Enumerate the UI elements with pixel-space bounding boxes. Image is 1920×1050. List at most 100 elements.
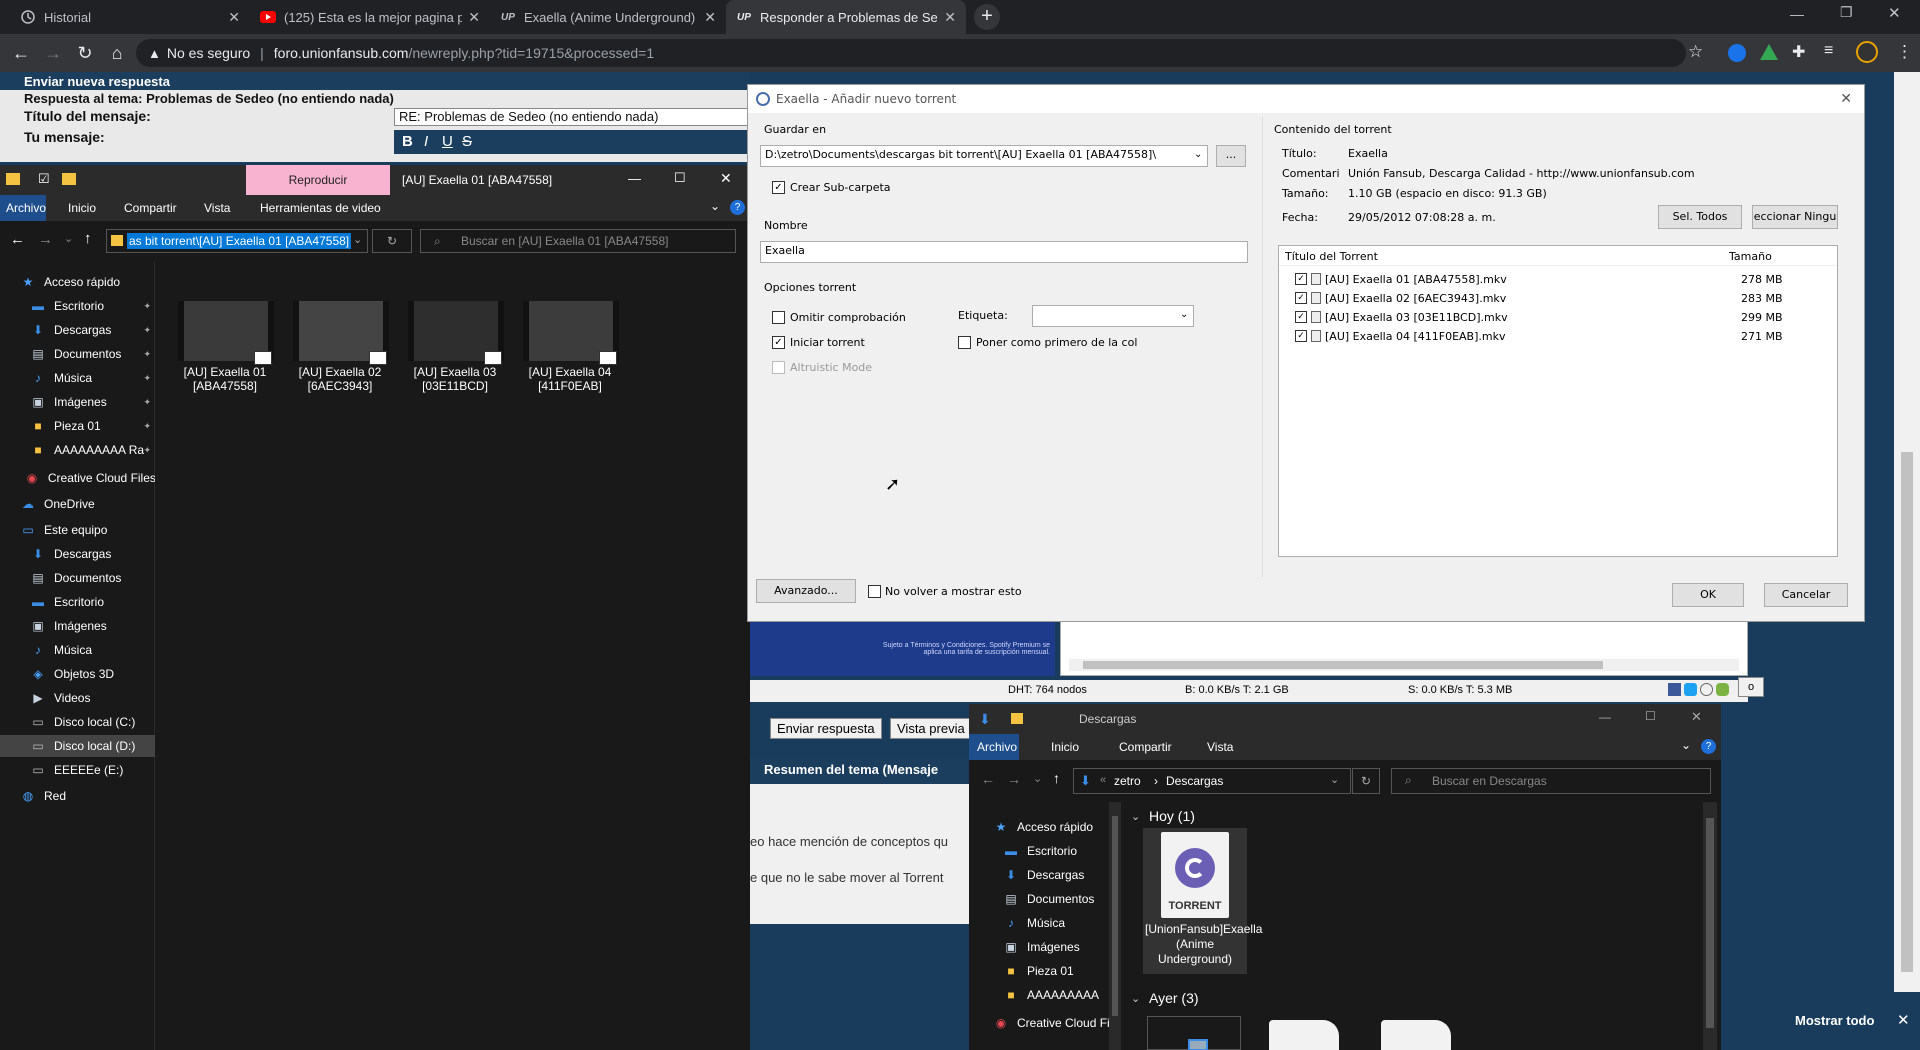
sidebar-item-im-genes[interactable]: ▣ Imágenes ✦ (0, 391, 155, 413)
back-icon[interactable]: ← (10, 231, 25, 248)
chevron-down-icon[interactable]: ⌄ (353, 233, 362, 246)
bookmark-star-icon[interactable]: ☆ (1688, 42, 1703, 62)
ribbon-inicio[interactable]: Inicio (1051, 740, 1079, 754)
ribbon-archivo[interactable]: Archivo (6, 201, 46, 215)
new-tab-button[interactable]: + (974, 4, 1000, 30)
save-path-select[interactable]: D:\zetro\Documents\descargas bit torrent… (760, 145, 1208, 167)
sidebar-item-acceso-r-pido[interactable]: ★ Acceso rápido (0, 271, 155, 293)
sidebar-item-documentos[interactable]: ▤ Documentos (0, 567, 155, 589)
forward-icon[interactable]: → (38, 231, 53, 248)
sidebar-item-aaaaaaaaa-ra[interactable]: ■ AAAAAAAAA Ra ✦ (0, 439, 155, 461)
search-input[interactable]: Buscar en [AU] Exaella 01 [ABA47558] (420, 229, 736, 253)
sidebar-item-videos[interactable]: ▶ Videos (0, 687, 155, 709)
ribbon-compartir[interactable]: Compartir (1119, 740, 1172, 754)
sidebar-item-disco-local-d-[interactable]: ▭ Disco local (D:) (0, 735, 155, 757)
play-tab[interactable]: Reproducir (246, 165, 390, 195)
advanced-button[interactable]: Avanzado... (756, 579, 856, 603)
torrent-name-input[interactable]: Exaella (760, 241, 1248, 263)
up-arrow-icon[interactable]: ↑ (1053, 770, 1060, 786)
first-in-queue-checkbox[interactable] (958, 336, 971, 349)
sidebar-item-escritorio[interactable]: ▬ Escritorio ✦ (0, 295, 155, 317)
minimize-icon[interactable]: — (1599, 710, 1611, 724)
media-icon[interactable]: ≡ (1824, 42, 1833, 60)
sidebar-item-eeeeee-e-[interactable]: ▭ EEEEEe (E:) (0, 759, 155, 781)
strike-icon[interactable]: S (462, 133, 472, 150)
menu-icon[interactable]: ⋮ (1896, 42, 1913, 62)
avatar[interactable] (1856, 41, 1878, 63)
minimize-icon[interactable]: — (628, 171, 641, 186)
search-input[interactable]: Buscar en Descargas (1391, 768, 1711, 794)
italic-icon[interactable]: I (424, 133, 428, 150)
table-row[interactable]: ✓ [AU] Exaella 01 [ABA47558].mkv 278 MB (1279, 270, 1837, 288)
chevron-down-icon[interactable]: ⌄ (1681, 738, 1691, 752)
close-icon[interactable]: ✕ (228, 9, 240, 26)
breadcrumb-descargas[interactable]: Descargas (1166, 774, 1223, 788)
sidebar-item-descargas[interactable]: ⬇ Descargas (969, 864, 1124, 886)
ribbon-archivo[interactable]: Archivo (977, 740, 1017, 754)
tab-exaella[interactable]: UP Exaella (Anime Underground) - D ✕ (490, 0, 726, 34)
restore-icon[interactable]: ❐ (1840, 4, 1853, 21)
chevron-down-icon[interactable]: ⌄ (64, 232, 73, 245)
file-name[interactable]: [AU] Exaella 04 [411F0EAB] (515, 365, 625, 393)
close-window-icon[interactable]: ✕ (1888, 4, 1901, 22)
file-name[interactable]: [AU] Exaella 03 [03E11BCD] (400, 365, 510, 393)
android-icon[interactable] (1716, 683, 1729, 696)
sidebar-item-pieza-01[interactable]: ■ Pieza 01 ✦ (0, 415, 155, 437)
select-all-button[interactable]: Sel. Todos (1658, 205, 1742, 229)
spotify-banner[interactable]: Sujeto a Términos y Condiciones. Spotify… (750, 618, 1055, 676)
file-checkbox[interactable]: ✓ (1295, 311, 1307, 323)
ok-button[interactable]: OK (1672, 583, 1744, 607)
create-subfolder-checkbox[interactable]: ✓ (772, 181, 785, 194)
help-icon[interactable]: ? (730, 200, 745, 215)
sidebar-item-acceso-r-pido[interactable]: ★ Acceso rápido (969, 816, 1124, 838)
refresh-icon[interactable]: ↻ (1352, 768, 1380, 794)
folder-icon[interactable] (1011, 713, 1023, 724)
sidebar-item-pieza-01[interactable]: ■ Pieza 01 (969, 960, 1124, 982)
chevron-down-icon[interactable]: ⌄ (1180, 309, 1188, 320)
close-icon[interactable]: ✕ (1840, 91, 1852, 107)
video-thumbnail[interactable] (178, 301, 274, 365)
group-today[interactable]: Hoy (1) (1149, 808, 1195, 824)
puzzle-icon[interactable]: ✚ (1792, 42, 1805, 62)
submit-reply-button[interactable]: Enviar respuesta (770, 718, 882, 739)
extension-icon[interactable] (1728, 44, 1746, 62)
sidebar-item-descargas[interactable]: ⬇ Descargas ✦ (0, 319, 155, 341)
close-window-icon[interactable]: ✕ (1691, 709, 1702, 725)
page-scrollbar[interactable] (1894, 72, 1920, 992)
forward-icon[interactable]: → (42, 42, 64, 64)
hidden-button[interactable]: o (1738, 677, 1764, 697)
start-torrent-checkbox[interactable]: ✓ (772, 336, 785, 349)
sidebar-item-escritorio[interactable]: ▬ Escritorio (969, 840, 1124, 862)
address-bar[interactable]: ▲ No es seguro | foro.unionfansub.com /n… (136, 39, 1686, 67)
table-row[interactable]: ✓ [AU] Exaella 03 [03E11BCD].mkv 299 MB (1279, 308, 1837, 326)
address-box[interactable]: ⬇ « zetro › Descargas ⌄ (1073, 768, 1351, 794)
sidebar-item-m-sica[interactable]: ♪ Música (0, 639, 155, 661)
back-icon[interactable]: ← (981, 771, 995, 787)
facebook-icon[interactable] (1668, 683, 1681, 696)
browse-button[interactable]: ... (1216, 145, 1246, 167)
chevron-down-icon[interactable]: ⌄ (1194, 149, 1202, 160)
ribbon-inicio[interactable]: Inicio (68, 201, 96, 215)
skip-check-checkbox[interactable] (772, 311, 785, 324)
chevron-down-icon[interactable]: ⌄ (1131, 992, 1140, 1005)
chevron-down-icon[interactable]: ⌄ (1131, 810, 1140, 823)
sidebar-item-documentos[interactable]: ▤ Documentos ✦ (0, 343, 155, 365)
chevron-down-icon[interactable]: ⌄ (1033, 772, 1042, 785)
sidebar-item-im-genes[interactable]: ▣ Imágenes (0, 615, 155, 637)
col-size-header[interactable]: Tamaño (1729, 250, 1772, 263)
chevron-down-icon[interactable]: ⌄ (710, 199, 720, 213)
close-icon[interactable]: ✕ (1897, 1011, 1910, 1029)
video-thumbnail[interactable] (408, 301, 504, 365)
maximize-icon[interactable]: ☐ (1645, 709, 1656, 723)
sidebar-item-onedrive[interactable]: ☁ OneDrive (0, 493, 155, 515)
ribbon-vista[interactable]: Vista (1207, 740, 1233, 754)
horizontal-scrollbar[interactable] (1069, 659, 1739, 671)
globe-icon[interactable] (1700, 683, 1713, 696)
show-all-button[interactable]: Mostrar todo (1795, 1013, 1874, 1028)
ribbon-vista[interactable]: Vista (204, 201, 230, 215)
message-title-input[interactable]: RE: Problemas de Sedeo (no entiendo nada… (394, 108, 754, 126)
content-scrollbar[interactable] (1703, 802, 1717, 1050)
file-item[interactable] (1147, 1016, 1241, 1050)
sidebar-item-im-genes[interactable]: ▣ Imágenes (969, 936, 1124, 958)
drive-extension-icon[interactable] (1760, 44, 1778, 60)
